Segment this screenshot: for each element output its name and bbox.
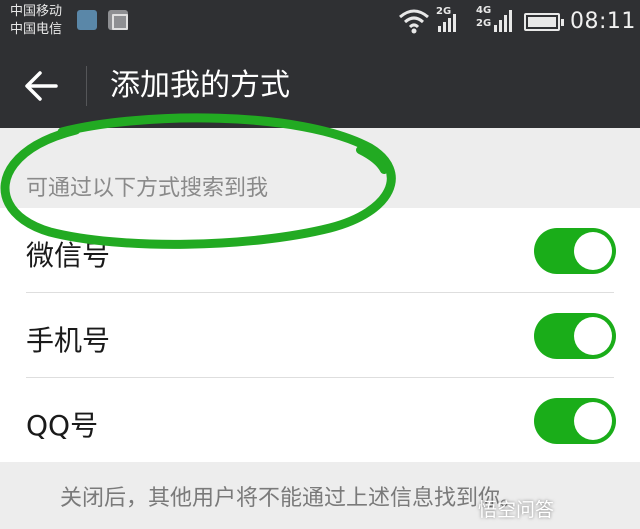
footer-hint: 关闭后，其他用户将不能通过上述信息找到你。 (60, 486, 523, 511)
wifi-icon (399, 9, 429, 34)
option-label-wechat-id: 微信号 (26, 239, 111, 272)
toggle-knob (574, 402, 612, 440)
gallery-notification-icon (108, 10, 128, 30)
battery-icon (524, 13, 564, 31)
page-title: 添加我的方式 (110, 68, 290, 103)
qq-toggle[interactable] (534, 398, 616, 444)
option-row-qq[interactable]: QQ号 (0, 378, 640, 462)
status-bar: 中国移动 中国电信 2G 4G 2G 08:11 (0, 0, 640, 44)
option-row-wechat-id[interactable]: 微信号 (0, 208, 640, 293)
signal-icon (438, 14, 456, 32)
carrier-labels: 中国移动 中国电信 (10, 3, 62, 39)
section-header: 可通过以下方式搜索到我 (0, 128, 640, 208)
phone-number-toggle[interactable] (534, 313, 616, 359)
clock: 08:11 (570, 9, 636, 34)
option-label-qq: QQ号 (26, 409, 99, 442)
app-notification-icon (77, 10, 97, 30)
back-arrow-icon (25, 71, 58, 101)
back-button[interactable] (18, 66, 66, 106)
option-row-phone-number[interactable]: 手机号 (0, 293, 640, 378)
title-divider (86, 66, 87, 106)
signal-icon-2 (494, 10, 512, 32)
toggle-knob (574, 232, 612, 270)
network-type-2-top: 4G (476, 5, 492, 16)
carrier-2-label: 中国电信 (10, 22, 63, 37)
app-bar: 添加我的方式 (0, 44, 640, 128)
network-type-2-bottom: 2G (476, 18, 492, 29)
section-label: 可通过以下方式搜索到我 (26, 176, 269, 201)
wechat-id-toggle[interactable] (534, 228, 616, 274)
option-label-phone-number: 手机号 (26, 324, 111, 357)
carrier-1-label: 中国移动 (10, 4, 63, 19)
toggle-knob (574, 317, 612, 355)
watermark: 悟空问答 (478, 499, 555, 521)
